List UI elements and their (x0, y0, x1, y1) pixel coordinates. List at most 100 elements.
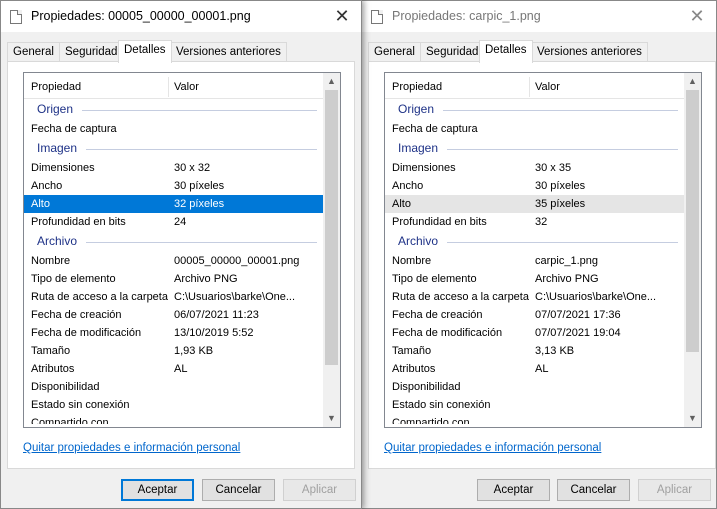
list-item[interactable]: Atributos AL (385, 360, 684, 378)
list-item[interactable]: Profundidad en bits 24 (24, 213, 323, 231)
list-item[interactable]: Atributos AL (24, 360, 323, 378)
chevron-down-icon[interactable]: ▼ (323, 410, 340, 427)
group-label: Imagen (398, 141, 439, 155)
tab-previous-versions[interactable]: Versiones anteriores (170, 42, 287, 62)
tab-general[interactable]: General (7, 42, 60, 62)
property-name: Fecha de modificación (31, 327, 142, 339)
list-item-selected[interactable]: Alto 32 píxeles (24, 195, 323, 213)
vertical-scrollbar[interactable]: ▲ ▼ (684, 73, 701, 427)
list-item[interactable]: Tamaño 1,93 KB (24, 342, 323, 360)
list-item[interactable]: Ruta de acceso a la carpeta C:\Usuarios\b… (24, 288, 323, 306)
property-name: Dimensiones (31, 162, 95, 174)
tab-general[interactable]: General (368, 42, 421, 62)
tab-previous-versions[interactable]: Versiones anteriores (531, 42, 648, 62)
group-header-archivo: Archivo (24, 231, 323, 252)
title-bar[interactable]: Propiedades: 00005_00000_00001.png ✕ (1, 1, 361, 32)
apply-button[interactable]: Aplicar (638, 479, 711, 501)
property-value: 35 píxeles (535, 198, 586, 210)
property-name: Atributos (392, 363, 436, 375)
accept-button[interactable]: Aceptar (477, 479, 550, 501)
apply-button[interactable]: Aplicar (283, 479, 356, 501)
list-item[interactable]: Tamaño 3,13 KB (385, 342, 684, 360)
list-item[interactable]: Compartido con (385, 414, 684, 424)
list-item[interactable]: Fecha de creación 06/07/2021 11:23 (24, 306, 323, 324)
list-item[interactable]: Fecha de creación 07/07/2021 17:36 (385, 306, 684, 324)
column-divider[interactable] (529, 77, 530, 97)
list-item[interactable]: Tipo de elemento Archivo PNG (385, 270, 684, 288)
list-item-selected[interactable]: Alto 35 píxeles (385, 195, 684, 213)
list-item[interactable]: Dimensiones 30 x 32 (24, 159, 323, 177)
tab-details[interactable]: Detalles (118, 40, 172, 63)
properties-list[interactable]: Propiedad Valor Origen Fecha de captura … (384, 72, 702, 428)
property-value: C:\Usuarios\barke\One... (535, 291, 657, 303)
chevron-up-icon[interactable]: ▲ (684, 73, 701, 90)
list-item[interactable]: Tipo de elemento Archivo PNG (24, 270, 323, 288)
property-name: Nombre (392, 255, 432, 267)
property-name: Fecha de modificación (392, 327, 503, 339)
group-label: Archivo (398, 234, 439, 248)
group-header-origen: Origen (24, 99, 323, 120)
list-item[interactable]: Nombre 00005_00000_00001.png (24, 252, 323, 270)
scroll-thumb[interactable] (325, 90, 338, 365)
property-name: Atributos (31, 363, 75, 375)
list-item[interactable]: Ancho 30 píxeles (24, 177, 323, 195)
cancel-button[interactable]: Cancelar (202, 479, 275, 501)
property-name: Tamaño (392, 345, 432, 357)
properties-window-2: Propiedades: carpic_1.png ✕ General Segu… (361, 0, 717, 509)
list-item[interactable]: Fecha de captura (24, 120, 323, 138)
property-name: Ruta de acceso a la carpeta (31, 291, 168, 303)
details-panel: Propiedad Valor Origen Fecha de captura … (368, 61, 716, 469)
list-item[interactable]: Estado sin conexión (385, 396, 684, 414)
property-name: Fecha de creación (392, 309, 483, 321)
chevron-down-icon[interactable]: ▼ (684, 410, 701, 427)
property-value: 30 píxeles (535, 180, 586, 192)
column-header-property[interactable]: Propiedad (31, 81, 81, 93)
cancel-button[interactable]: Cancelar (557, 479, 630, 501)
file-icon (10, 10, 22, 24)
list-item[interactable]: Estado sin conexión (24, 396, 323, 414)
accept-button[interactable]: Aceptar (121, 479, 194, 501)
list-item[interactable]: Disponibilidad (385, 378, 684, 396)
column-divider[interactable] (168, 77, 169, 97)
list-item[interactable]: Disponibilidad (24, 378, 323, 396)
tab-details[interactable]: Detalles (479, 40, 533, 63)
group-divider (86, 242, 317, 243)
properties-list[interactable]: Propiedad Valor Origen Fecha de captura … (23, 72, 341, 428)
property-name: Disponibilidad (31, 381, 100, 393)
list-item[interactable]: Dimensiones 30 x 35 (385, 159, 684, 177)
vertical-scrollbar[interactable]: ▲ ▼ (323, 73, 340, 427)
list-item[interactable]: Ancho 30 píxeles (385, 177, 684, 195)
list-item[interactable]: Nombre carpic_1.png (385, 252, 684, 270)
list-item[interactable]: Fecha de modificación 07/07/2021 19:04 (385, 324, 684, 342)
scroll-thumb[interactable] (686, 90, 699, 352)
list-header: Propiedad Valor (24, 73, 323, 99)
close-icon[interactable]: ✕ (331, 4, 353, 28)
remove-properties-link[interactable]: Quitar propiedades e información persona… (384, 442, 601, 454)
title-bar[interactable]: Propiedades: carpic_1.png ✕ (362, 1, 716, 32)
list-item[interactable]: Compartido con (24, 414, 323, 424)
property-name: Alto (392, 198, 411, 210)
list-item[interactable]: Profundidad en bits 32 (385, 213, 684, 231)
tab-security[interactable]: Seguridad (59, 42, 124, 62)
property-name: Tipo de elemento (31, 273, 116, 285)
property-value: 13/10/2019 5:52 (174, 327, 254, 339)
group-divider (447, 149, 678, 150)
close-icon[interactable]: ✕ (686, 4, 708, 28)
group-divider (86, 149, 317, 150)
list-item[interactable]: Fecha de captura (385, 120, 684, 138)
list-rows: Origen Fecha de captura Imagen Dimension… (385, 99, 684, 427)
chevron-up-icon[interactable]: ▲ (323, 73, 340, 90)
column-header-value[interactable]: Valor (535, 81, 560, 93)
remove-properties-link[interactable]: Quitar propiedades e información persona… (23, 442, 240, 454)
column-header-property[interactable]: Propiedad (392, 81, 442, 93)
tab-security[interactable]: Seguridad (420, 42, 485, 62)
property-value: 32 píxeles (174, 198, 225, 210)
property-name: Estado sin conexión (392, 399, 491, 411)
list-item[interactable]: Ruta de acceso a la carpeta C:\Usuarios\b… (385, 288, 684, 306)
property-name: Tamaño (31, 345, 71, 357)
group-divider (443, 110, 678, 111)
property-name: Profundidad en bits (31, 216, 126, 228)
column-header-value[interactable]: Valor (174, 81, 199, 93)
group-header-imagen: Imagen (24, 138, 323, 159)
list-item[interactable]: Fecha de modificación 13/10/2019 5:52 (24, 324, 323, 342)
